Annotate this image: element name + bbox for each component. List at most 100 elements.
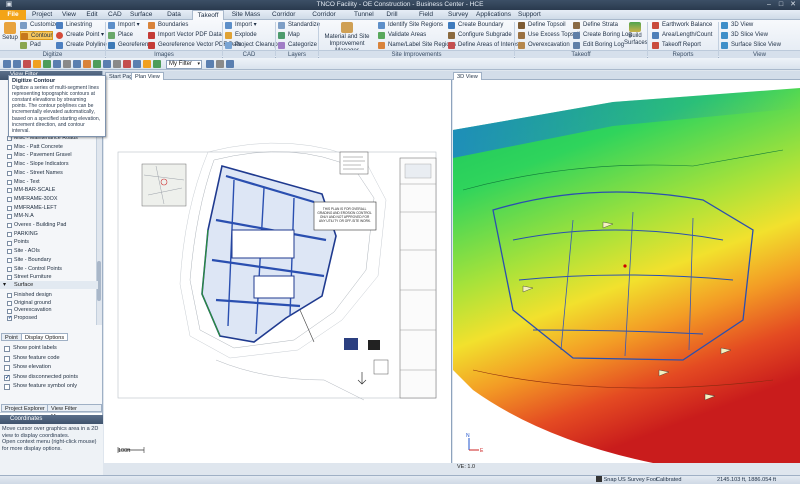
layer-checkbox[interactable] <box>7 197 12 203</box>
toolbar-tool-icon[interactable] <box>53 60 61 68</box>
toolbar-tool-icon[interactable] <box>103 60 111 68</box>
create-boundary-button[interactable]: Create Boundary <box>448 21 503 30</box>
toolbar-tool-icon[interactable] <box>93 60 101 68</box>
tab-drill-plan[interactable]: Drill Plan <box>376 10 408 28</box>
toolbar-tool-icon[interactable] <box>143 60 151 68</box>
map-button[interactable]: Map <box>278 31 300 40</box>
slice-view-button[interactable]: 3D Slice View <box>721 31 768 40</box>
option-checkbox[interactable] <box>4 346 10 352</box>
view-3d-button[interactable]: 3D View <box>721 21 753 30</box>
layer-checkbox[interactable] <box>7 153 12 159</box>
snap-toggle[interactable]: Snap <box>596 476 617 484</box>
tab-display-options[interactable]: Display Options <box>21 333 69 341</box>
use-excess-topsoil-button[interactable]: Use Excess Topsoil <box>518 31 580 40</box>
toolbar-tool-icon[interactable] <box>206 60 214 68</box>
surface-checkbox[interactable] <box>7 315 12 323</box>
tab-surface[interactable]: Surface <box>126 10 156 20</box>
option-checkbox[interactable] <box>4 355 10 362</box>
layer-item[interactable]: Misc - Patt Concrete <box>7 144 63 151</box>
surface-item[interactable]: Proposed <box>7 315 37 323</box>
validate-areas-button[interactable]: Validate Areas <box>378 31 426 40</box>
option-checkbox[interactable] <box>4 384 10 390</box>
filter-select[interactable]: My Filter ▾ <box>166 60 202 69</box>
option-item[interactable]: Show disconnected points <box>4 373 78 383</box>
area-length-count-button[interactable]: Area/Length/Count <box>652 31 712 40</box>
toolbar-tool-icon[interactable] <box>123 60 131 68</box>
layer-checkbox[interactable] <box>7 188 12 194</box>
layer-checkbox[interactable] <box>7 179 12 185</box>
place-button[interactable]: Place <box>108 31 133 40</box>
tab-3d-view[interactable]: 3D View <box>453 72 482 80</box>
layer-item[interactable]: Site - Control Points <box>7 266 62 273</box>
tab-survey[interactable]: Survey <box>444 10 470 20</box>
layer-item[interactable]: Misc - Street Names <box>7 170 63 177</box>
surface-checkbox[interactable] <box>7 300 12 306</box>
tab-project[interactable]: Project <box>28 10 56 20</box>
toolbar-tool-icon[interactable] <box>33 60 41 68</box>
tab-data-prep[interactable]: Data Prep <box>158 10 190 28</box>
option-item[interactable]: Show elevation <box>4 363 51 372</box>
layer-item[interactable]: Misc - Pavement Gravel <box>7 152 72 159</box>
tab-view[interactable]: View <box>58 10 80 20</box>
toolbar-tool-icon[interactable] <box>43 60 51 68</box>
define-areas-of-interest-button[interactable]: Define Areas of Interest <box>448 41 521 50</box>
define-strata-button[interactable]: Define Strata <box>573 21 618 30</box>
identify-site-regions-button[interactable]: Identify Site Regions <box>378 21 443 30</box>
layer-item[interactable]: Site - Boundary <box>7 257 51 264</box>
surface-item[interactable]: Original ground <box>7 300 51 307</box>
project-cleanup-button[interactable]: Project Cleanup <box>225 41 278 50</box>
tab-file[interactable]: File <box>0 10 26 20</box>
toolbar-tool-icon[interactable] <box>73 60 81 68</box>
edit-boring-log-button[interactable]: Edit Boring Log <box>573 41 624 50</box>
cad-import-button[interactable]: Import ▾ <box>225 21 257 30</box>
surface-item[interactable]: Overexcavation <box>7 307 51 314</box>
surface-group[interactable]: ▾ Surface <box>0 281 98 289</box>
layer-checkbox[interactable] <box>7 214 12 220</box>
app-menu-icon[interactable]: ▣ <box>4 1 14 9</box>
option-item[interactable]: Show point labels <box>4 344 57 353</box>
layer-checkbox[interactable] <box>7 223 12 229</box>
layer-item[interactable]: MM-N.A <box>7 213 34 220</box>
explode-button[interactable]: Explode <box>225 31 257 40</box>
build-surfaces-button[interactable]: Build Surfaces <box>624 22 648 47</box>
create-point-button[interactable]: Create Point ▾ <box>56 31 104 40</box>
configure-subgrade-button[interactable]: Configure Subgrade <box>448 31 512 40</box>
tab-site-mass-haul[interactable]: Site Mass Haul <box>226 10 266 28</box>
layer-checkbox[interactable] <box>7 249 12 255</box>
layer-checkbox[interactable] <box>7 162 12 168</box>
option-item[interactable]: Show feature code <box>4 354 60 363</box>
tab-applications[interactable]: Applications <box>472 10 512 20</box>
contour-button[interactable]: Contour <box>20 31 54 40</box>
overexcavation-button[interactable]: Overexcavation <box>518 41 570 50</box>
layer-checkbox[interactable] <box>7 257 12 263</box>
linestring-button[interactable]: Linestring <box>56 21 92 30</box>
create-boring-log-button[interactable]: Create Boring Log <box>573 31 632 40</box>
close-icon[interactable]: ✕ <box>788 1 798 9</box>
layer-item[interactable]: Points <box>7 239 29 246</box>
earthwork-balance-button[interactable]: Earthwork Balance <box>652 21 712 30</box>
tab-point[interactable]: Point <box>1 333 22 341</box>
define-topsoil-button[interactable]: Define Topsoil <box>518 21 566 30</box>
toolbar-tool-icon[interactable] <box>83 60 91 68</box>
view-3d[interactable]: N E VE: 1.0 <box>453 80 800 463</box>
option-item[interactable]: Show feature symbol only <box>4 382 77 391</box>
pad-button[interactable]: Pad <box>20 41 41 50</box>
setup-button[interactable]: Setup <box>2 22 18 42</box>
surface-item[interactable]: Finished design <box>7 292 52 299</box>
tab-edit[interactable]: Edit <box>82 10 102 20</box>
tab-project-explorer[interactable]: Project Explorer <box>1 404 49 412</box>
name-label-site-regions-button[interactable]: Name/Label Site Regions <box>378 41 456 50</box>
layer-item[interactable]: Misc - Text <box>7 179 40 186</box>
layer-item[interactable]: MM-BAR-SCALE <box>7 187 55 194</box>
toolbar-tool-icon[interactable] <box>226 60 234 68</box>
toolbar-tool-icon[interactable] <box>23 60 31 68</box>
takeoff-report-button[interactable]: Takeoff Report <box>652 41 701 50</box>
categorize-button[interactable]: Categorize <box>278 41 317 50</box>
toolbar-tool-icon[interactable] <box>133 60 141 68</box>
tab-plan-view[interactable]: Plan View <box>131 72 164 80</box>
tab-field-data[interactable]: Field Data <box>410 10 442 28</box>
surface-checkbox[interactable] <box>7 308 12 314</box>
images-import-button[interactable]: Import ▾ <box>108 21 140 30</box>
surface-checkbox[interactable] <box>7 293 12 299</box>
layer-checkbox[interactable] <box>7 170 12 176</box>
